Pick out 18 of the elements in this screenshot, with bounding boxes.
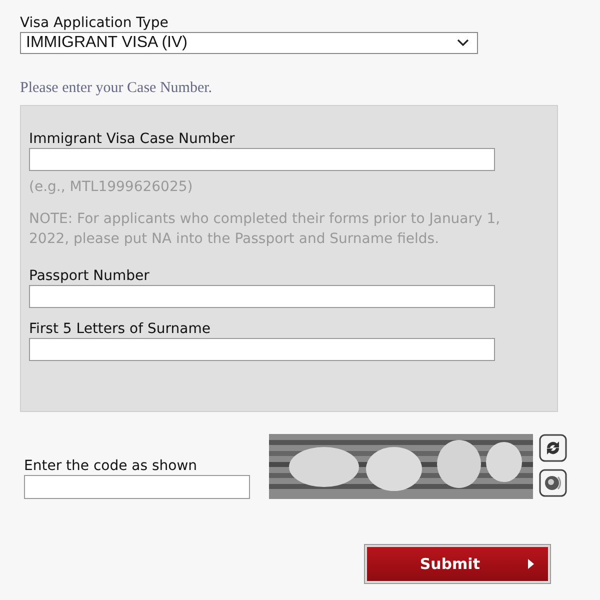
field-label: Immigrant Visa Case Number bbox=[29, 130, 236, 148]
visa-type-dropdown[interactable]: IMMIGRANT VISA (IV) bbox=[20, 32, 478, 54]
input-field[interactable] bbox=[29, 338, 495, 361]
input-field[interactable] bbox=[24, 475, 250, 499]
chevron-icon bbox=[457, 39, 469, 47]
instruction-text: Please enter your Case Number. bbox=[20, 80, 214, 97]
refresh-icon[interactable] bbox=[539, 434, 567, 462]
field-label: Enter the code as shown bbox=[24, 457, 198, 475]
speaker-icon[interactable] bbox=[539, 469, 567, 497]
field-label: Passport Number bbox=[29, 267, 150, 285]
submit-button[interactable]: Submit bbox=[365, 545, 550, 583]
field-label: First 5 Letters of Surname bbox=[29, 320, 212, 338]
field-label: Visa Application Type bbox=[20, 14, 170, 32]
note-text: NOTE: For applicants who completed their forms prior to January 1, 2022, please put NA into the Passport and Surname fields. bbox=[29, 210, 502, 249]
input-field[interactable] bbox=[29, 285, 495, 308]
arrow-icon bbox=[528, 559, 534, 569]
input-field[interactable] bbox=[29, 148, 495, 171]
hint-text: (e.g., MTL1999626025) bbox=[29, 178, 194, 197]
